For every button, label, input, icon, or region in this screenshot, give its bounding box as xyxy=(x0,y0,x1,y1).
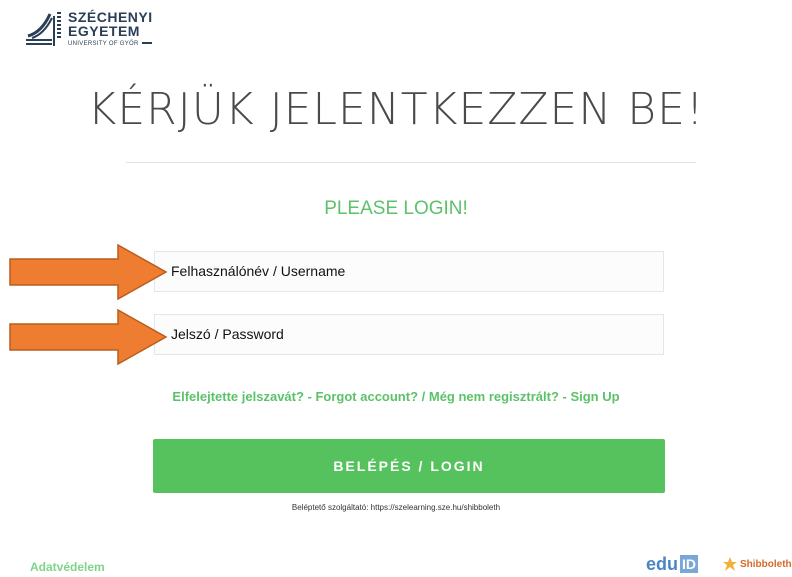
login-button[interactable]: BELÉPÉS / LOGIN xyxy=(153,439,665,493)
page-subtitle: PLEASE LOGIN! xyxy=(324,198,468,219)
privacy-link[interactable]: Adatvédelem xyxy=(30,560,105,574)
shibboleth-text: Shibboleth xyxy=(740,558,792,570)
logo-line1: SZÉCHENYI xyxy=(68,8,153,25)
logo-line3-text: UNIVERSITY OF GYŐR xyxy=(68,40,139,47)
eduid-text: edu xyxy=(646,554,679,574)
logo-bar xyxy=(141,41,152,44)
shibboleth-logo[interactable]: Shibboleth xyxy=(722,556,792,572)
forgot-account-link[interactable]: Elfelejtette jelszavát? - Forgot account… xyxy=(172,389,418,404)
eduid-box: ID xyxy=(680,555,699,573)
arrow-to-password xyxy=(9,308,168,366)
logo-line3: UNIVERSITY OF GYŐR xyxy=(68,41,153,47)
eduid-logo[interactable]: edu ID xyxy=(646,554,699,574)
title-divider xyxy=(126,162,696,163)
shibboleth-icon xyxy=(723,557,737,571)
university-logo[interactable]: SZÉCHENYI EGYETEM UNIVERSITY OF GYŐR xyxy=(22,6,153,50)
logo-text: SZÉCHENYI EGYETEM UNIVERSITY OF GYŐR xyxy=(68,10,153,47)
identity-provider-text: Beléptető szolgáltató: https://szelearni… xyxy=(291,503,501,512)
links-separator: / xyxy=(418,389,429,404)
logo-line2: EGYETEM xyxy=(68,22,140,39)
account-links: Elfelejtette jelszavát? - Forgot account… xyxy=(0,389,792,404)
login-page: SZÉCHENYI EGYETEM UNIVERSITY OF GYŐR KÉR… xyxy=(0,0,792,577)
sign-up-link[interactable]: Még nem regisztrált? - Sign Up xyxy=(429,389,620,404)
username-input[interactable]: Felhasználónév / Username xyxy=(154,251,664,292)
arrow-to-username xyxy=(9,243,168,301)
logo-mark-icon xyxy=(26,12,61,46)
password-input[interactable]: Jelszó / Password xyxy=(154,314,664,355)
page-title: KÉRJÜK JELENTKEZZEN BE! xyxy=(87,84,705,135)
